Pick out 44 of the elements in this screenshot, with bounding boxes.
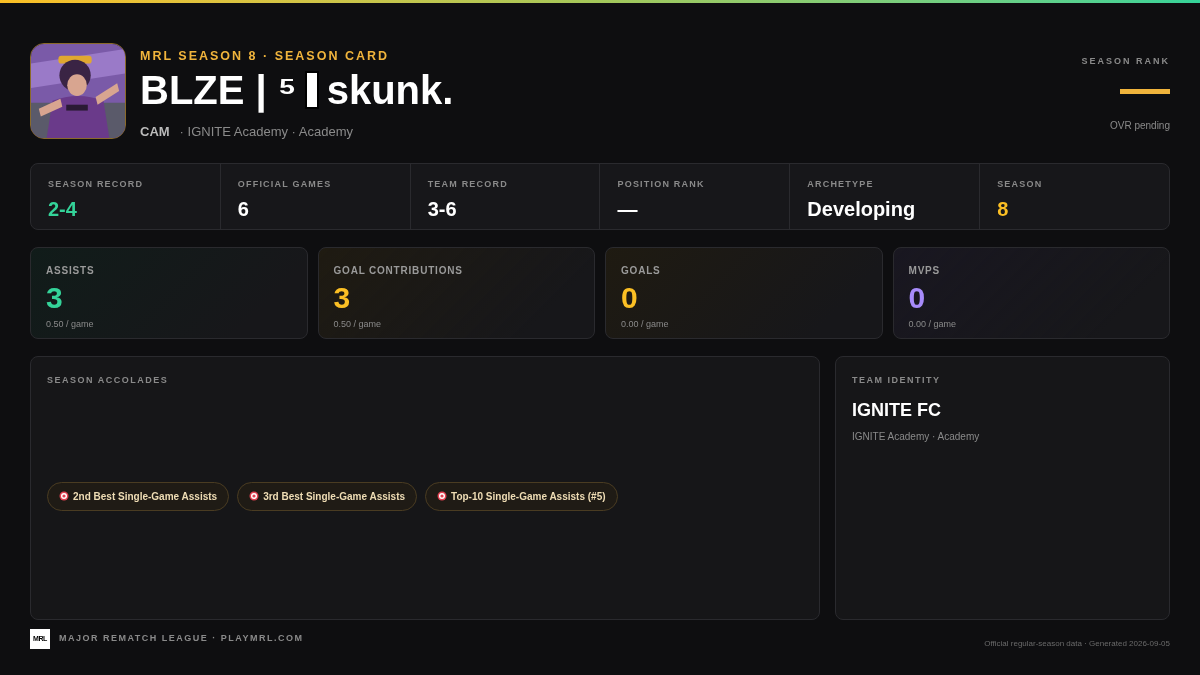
stat-label: ARCHETYPE — [807, 178, 875, 191]
panel-title: SEASON ACCOLADES — [47, 374, 170, 387]
stat-label: POSITION RANK — [617, 178, 706, 191]
stat-label: SEASON RECORD — [48, 178, 145, 191]
stat-label: SEASON — [997, 178, 1044, 191]
stat-value: 8 — [997, 196, 1010, 222]
stat-value: 3-6 — [427, 196, 458, 222]
rank-label: SEASON RANK — [1081, 55, 1170, 68]
stat-label: ASSISTS — [46, 264, 96, 278]
target-icon — [59, 491, 69, 501]
rank-note: OVR pending — [1109, 118, 1170, 133]
missing-glyph-icon — [304, 70, 319, 109]
stat-value: — — [617, 196, 639, 222]
stat-label: TEAM RECORD — [427, 178, 509, 191]
stat-value: 3 — [46, 283, 64, 313]
stat-label: GOALS — [621, 264, 662, 278]
eyebrow-title: MRL SEASON 8 · SEASON CARD — [140, 50, 390, 63]
generated-note: Official regular-season data · Generated 2026-09-05 — [984, 638, 1170, 650]
position-label: CAM — [140, 122, 170, 141]
stat-value: 3 — [333, 283, 352, 313]
per-game-text: 0.50 / game — [46, 318, 95, 331]
stat-label: OFFICIAL GAMES — [237, 178, 333, 191]
stat-value: 0 — [908, 283, 927, 313]
brand-text: MAJOR REMATCH LEAGUE · PLAYMRL.COM — [59, 632, 304, 646]
accolade-badge: 2nd Best Single-Game Assists — [47, 481, 230, 511]
rank-placeholder-bar — [1120, 88, 1170, 94]
stat-label: MVPS — [908, 264, 942, 278]
team-line: · IGNITE Academy · Academy — [179, 122, 353, 141]
player-name: skunk. — [326, 69, 454, 110]
stat-value: 6 — [237, 196, 250, 222]
target-icon — [249, 491, 260, 501]
accolade-badge: Top-10 Single-Game Assists (#5) — [425, 481, 618, 511]
per-game-text: 0.00 / game — [908, 318, 958, 331]
stat-value: Developing — [807, 196, 917, 222]
team-name: IGNITE FC — [852, 398, 942, 422]
stat-label: GOAL CONTRIBUTIONS — [333, 264, 464, 278]
per-game-text: 0.50 / game — [333, 318, 383, 331]
stat-value: 0 — [621, 283, 639, 313]
team-subtitle: IGNITE Academy · Academy — [852, 429, 981, 444]
panel-title: TEAM IDENTITY — [852, 374, 942, 387]
accolade-badge: 3rd Best Single-Game Assists — [237, 481, 418, 511]
per-game-text: 0.00 / game — [621, 318, 670, 331]
stat-value: 2-4 — [48, 196, 78, 222]
target-icon — [437, 491, 448, 501]
